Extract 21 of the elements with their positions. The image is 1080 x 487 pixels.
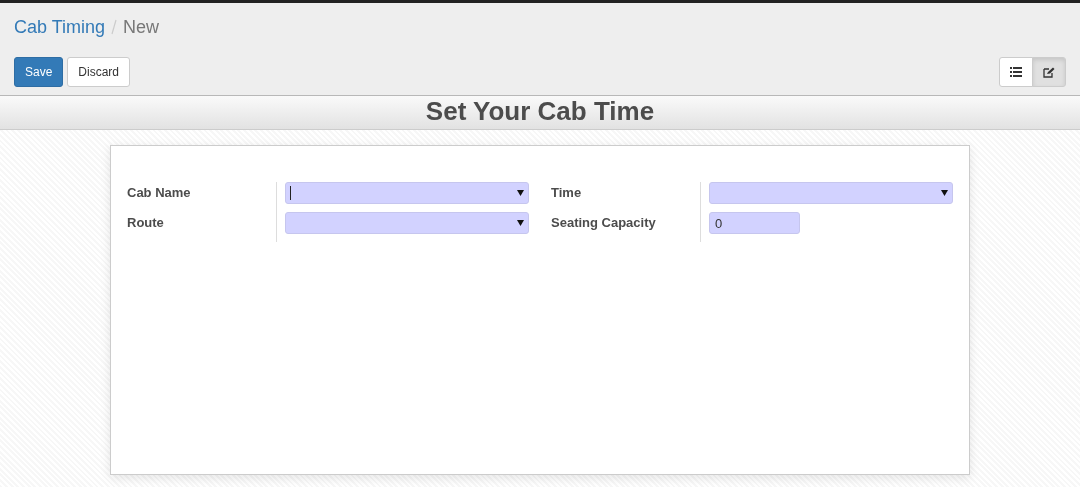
caret-icon	[941, 190, 948, 196]
save-button[interactable]: Save	[14, 57, 64, 87]
edit-icon	[1043, 66, 1055, 78]
form-view-button[interactable]	[1032, 57, 1066, 87]
list-icon	[1010, 67, 1022, 77]
select-field[interactable]	[285, 212, 529, 234]
breadcrumb-link[interactable]: Cab Timing	[14, 13, 106, 41]
field-label: Time	[551, 182, 701, 212]
breadcrumb-current: New	[123, 15, 160, 39]
list-view-button[interactable]	[999, 57, 1033, 87]
field-label: Seating Capacity	[551, 212, 701, 242]
page-heading: Set Your Cab Time	[424, 96, 656, 126]
select-field[interactable]	[709, 182, 953, 204]
discard-button[interactable]: Discard	[67, 57, 131, 87]
field-label: Cab Name	[127, 182, 277, 212]
breadcrumb-separator-icon	[111, 19, 118, 35]
select-field[interactable]	[285, 182, 529, 204]
field-label: Route	[127, 212, 277, 242]
number-field[interactable]: 0	[709, 212, 800, 234]
caret-icon	[517, 190, 524, 196]
caret-icon	[517, 220, 524, 226]
